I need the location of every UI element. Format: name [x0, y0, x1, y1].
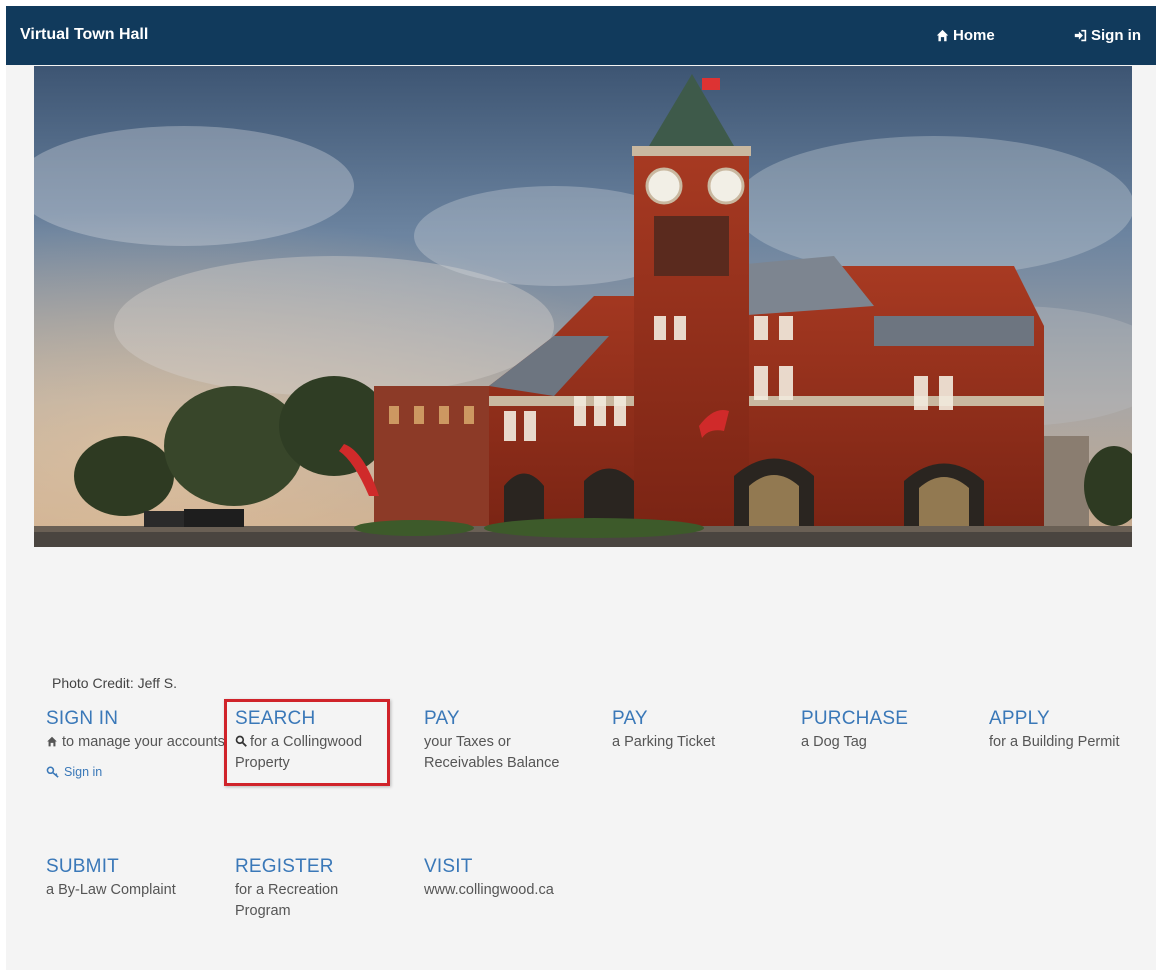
tile-title[interactable]: SUBMIT	[46, 856, 226, 878]
tile-desc-text: to manage your accounts	[62, 734, 225, 750]
tile-title[interactable]: REGISTER	[235, 856, 375, 878]
tile-register: REGISTER for a Recreation Program	[235, 856, 375, 922]
nav-home-label: Home	[953, 27, 995, 44]
sign-in-link-label: Sign in	[64, 765, 103, 779]
nav-signin-label: Sign in	[1091, 27, 1141, 44]
tile-title[interactable]: PAY	[424, 708, 589, 730]
brand-link[interactable]: Virtual Town Hall	[20, 26, 148, 44]
tile-desc: a Dog Tag	[801, 734, 867, 750]
tile-title[interactable]: APPLY	[989, 708, 1149, 730]
tile-pay-parking: PAY a Parking Ticket	[612, 708, 792, 753]
tile-pay-taxes: PAY your Taxes or Receivables Balance	[424, 708, 589, 774]
tile-title[interactable]: SIGN IN	[46, 708, 226, 730]
tile-visit: VISIT www.collingwood.ca	[424, 856, 604, 901]
tile-desc: a Parking Ticket	[612, 734, 716, 750]
nav-signin-link[interactable]: Sign in	[1074, 27, 1141, 44]
town-hall-photo	[34, 66, 1132, 547]
tile-desc: for a Recreation Program	[235, 882, 339, 919]
home-icon	[936, 29, 949, 42]
tile-purchase: PURCHASE a Dog Tag	[801, 708, 981, 753]
tile-desc: to manage your accounts	[46, 732, 226, 753]
tile-title[interactable]: PAY	[612, 708, 792, 730]
tile-desc: a By-Law Complaint	[46, 882, 176, 898]
photo-credit: Photo Credit: Jeff S.	[52, 675, 178, 691]
sign-in-link[interactable]: Sign in	[46, 765, 226, 779]
page: Virtual Town Hall Home Sign in Photo Cre…	[6, 6, 1156, 970]
nav-home-link[interactable]: Home	[936, 27, 995, 44]
sign-in-icon	[1074, 29, 1087, 42]
tile-desc: your Taxes or Receivables Balance	[424, 734, 560, 771]
home-icon	[47, 736, 57, 747]
tile-apply: APPLY for a Building Permit	[989, 708, 1149, 753]
tile-sign-in: SIGN IN to manage your accounts Sign in	[46, 708, 226, 779]
hero-image	[34, 66, 1132, 547]
navbar: Virtual Town Hall Home Sign in	[6, 6, 1156, 65]
tile-desc: for a Building Permit	[989, 734, 1120, 750]
key-icon	[46, 766, 59, 778]
tile-desc: www.collingwood.ca	[424, 882, 554, 898]
search-highlight-box	[224, 699, 390, 786]
tile-title[interactable]: VISIT	[424, 856, 604, 878]
tile-title[interactable]: PURCHASE	[801, 708, 981, 730]
tile-submit: SUBMIT a By-Law Complaint	[46, 856, 226, 901]
